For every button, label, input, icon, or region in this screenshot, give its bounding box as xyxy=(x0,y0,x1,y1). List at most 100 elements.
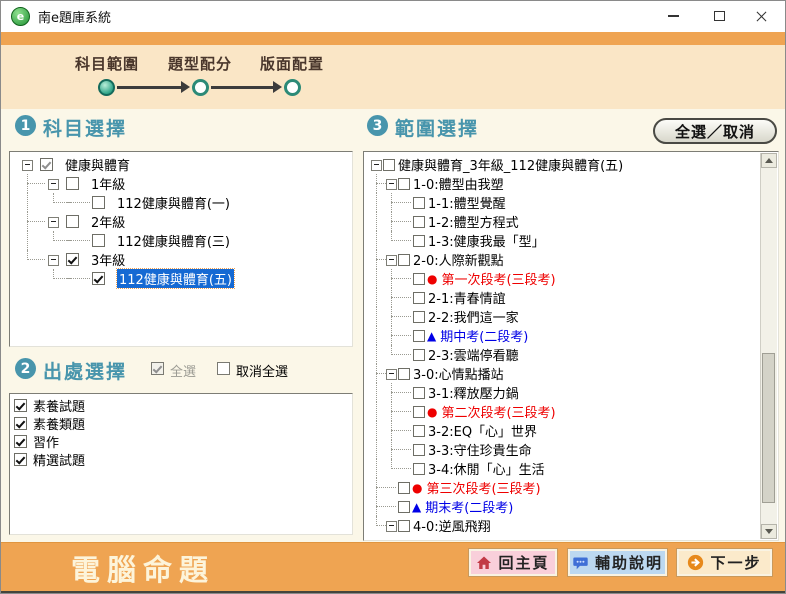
scroll-down-button[interactable] xyxy=(761,524,777,539)
scroll-up-button[interactable] xyxy=(761,153,777,168)
scrollbar[interactable] xyxy=(760,153,777,539)
checkbox[interactable] xyxy=(92,196,105,209)
home-button[interactable]: 回主頁 xyxy=(469,549,557,576)
checkbox[interactable] xyxy=(66,253,79,266)
tree-row[interactable]: 2年級 xyxy=(10,212,352,231)
tree-label[interactable]: 期末考(二段考) xyxy=(425,497,513,516)
checkbox[interactable] xyxy=(398,520,410,532)
checkbox[interactable] xyxy=(413,311,425,323)
checkbox[interactable] xyxy=(398,501,410,513)
checkbox[interactable] xyxy=(92,234,105,247)
checkbox[interactable] xyxy=(413,463,425,475)
tree-label[interactable]: 1-0:體型由我塑 xyxy=(413,174,504,193)
checkbox[interactable] xyxy=(413,349,425,361)
tree-label[interactable]: 2-1:青春情誼 xyxy=(428,288,506,307)
tree-row[interactable]: 3年級 xyxy=(10,250,352,269)
tree-label[interactable]: 第三次段考(三段考) xyxy=(426,478,540,497)
tree-label[interactable]: 第二次段考(三段考) xyxy=(441,402,555,421)
tree-row[interactable]: 1-2:體型方程式 xyxy=(364,212,761,231)
checkbox[interactable] xyxy=(413,197,425,209)
tree-row[interactable]: 112健康與體育(五) xyxy=(10,269,352,288)
tree-row[interactable]: 1-0:體型由我塑 xyxy=(364,174,761,193)
checkbox[interactable] xyxy=(383,159,395,171)
tree-label[interactable]: 健康與體育_3年級_112健康與體育(五) xyxy=(398,155,623,174)
tree-row[interactable]: ●第二次段考(三段考) xyxy=(364,402,761,421)
collapse-expander-icon[interactable] xyxy=(383,174,398,193)
select-all-toggle-button[interactable]: 全選／取消 xyxy=(653,118,777,144)
checkbox[interactable] xyxy=(413,330,425,342)
checkbox[interactable] xyxy=(14,435,27,448)
tree-label[interactable]: 3-2:EQ「心」世界 xyxy=(428,421,537,440)
tree-row[interactable]: 3-3:守住珍貴生命 xyxy=(364,440,761,459)
tree-row[interactable]: 3-4:休閒「心」生活 xyxy=(364,459,761,478)
tree-label[interactable]: 2年級 xyxy=(91,212,125,231)
tree-label[interactable]: 2-0:人際新觀點 xyxy=(413,250,504,269)
tree-label[interactable]: 健康與體育 xyxy=(65,155,130,174)
tree-row[interactable]: 2-3:雲端停看聽 xyxy=(364,345,761,364)
tree-row[interactable]: 1-1:體型覺醒 xyxy=(364,193,761,212)
select-all-checkbox[interactable] xyxy=(151,362,164,375)
checkbox[interactable] xyxy=(413,387,425,399)
list-item[interactable]: 精選試題 xyxy=(10,450,352,468)
tree-label[interactable]: 期中考(二段考) xyxy=(440,326,528,345)
tree-label[interactable]: 1-1:體型覺醒 xyxy=(428,193,506,212)
tree-row[interactable]: ▲期中考(二段考) xyxy=(364,326,761,345)
minimize-button[interactable] xyxy=(655,1,691,31)
tree-label[interactable]: 3-4:休閒「心」生活 xyxy=(428,459,545,478)
tree-row[interactable]: 2-1:青春情誼 xyxy=(364,288,761,307)
collapse-expander-icon[interactable] xyxy=(383,250,398,269)
next-step-button[interactable]: 下一步 xyxy=(677,549,772,576)
checkbox[interactable] xyxy=(92,272,105,285)
checkbox[interactable] xyxy=(413,406,425,418)
checkbox[interactable] xyxy=(413,273,425,285)
collapse-expander-icon[interactable] xyxy=(40,174,66,193)
list-item[interactable]: 素養試題 xyxy=(10,396,352,414)
tree-row[interactable]: ●第三次段考(三段考) xyxy=(364,478,761,497)
checkbox[interactable] xyxy=(14,453,27,466)
collapse-expander-icon[interactable] xyxy=(383,364,398,383)
checkbox[interactable] xyxy=(398,482,410,494)
checkbox[interactable] xyxy=(413,444,425,456)
collapse-expander-icon[interactable] xyxy=(368,155,383,174)
tree-label[interactable]: 1-2:體型方程式 xyxy=(428,212,519,231)
list-item[interactable]: 習作 xyxy=(10,432,352,450)
tree-row[interactable]: ●第一次段考(三段考) xyxy=(364,269,761,288)
help-button[interactable]: 輔助說明 xyxy=(568,549,667,576)
tree-label[interactable]: 1年級 xyxy=(91,174,125,193)
tree-row[interactable]: 2-0:人際新觀點 xyxy=(364,250,761,269)
collapse-expander-icon[interactable] xyxy=(40,250,66,269)
tree-label[interactable]: 4-0:逆風飛翔 xyxy=(413,516,491,535)
tree-label[interactable]: 2-2:我們這一家 xyxy=(428,307,519,326)
tree-label[interactable]: 第一次段考(三段考) xyxy=(441,269,555,288)
tree-row[interactable]: ▲期末考(二段考) xyxy=(364,497,761,516)
checkbox[interactable] xyxy=(66,177,79,190)
maximize-button[interactable] xyxy=(701,1,737,31)
checkbox[interactable] xyxy=(398,254,410,266)
checkbox[interactable] xyxy=(40,158,53,171)
tree-label[interactable]: 2-3:雲端停看聽 xyxy=(428,345,519,364)
tree-label[interactable]: 112健康與體育(三) xyxy=(117,231,230,250)
tree-label[interactable]: 3-3:守住珍貴生命 xyxy=(428,440,532,459)
checkbox[interactable] xyxy=(14,417,27,430)
tree-row[interactable]: 健康與體育 xyxy=(10,155,352,174)
tree-label[interactable]: 112健康與體育(五) xyxy=(117,269,234,288)
tree-row[interactable]: 1年級 xyxy=(10,174,352,193)
checkbox[interactable] xyxy=(398,178,410,190)
collapse-expander-icon[interactable] xyxy=(14,155,40,174)
collapse-expander-icon[interactable] xyxy=(40,212,66,231)
checkbox[interactable] xyxy=(14,399,27,412)
tree-label[interactable]: 3-0:心情點播站 xyxy=(413,364,504,383)
list-item[interactable]: 素養類題 xyxy=(10,414,352,432)
tree-label[interactable]: 1-3:健康我最「型」 xyxy=(428,231,545,250)
tree-label[interactable]: 112健康與體育(一) xyxy=(117,193,230,212)
tree-label[interactable]: 3年級 xyxy=(91,250,125,269)
tree-label[interactable]: 3-1:釋放壓力鍋 xyxy=(428,383,519,402)
checkbox[interactable] xyxy=(413,235,425,247)
tree-row[interactable]: 1-3:健康我最「型」 xyxy=(364,231,761,250)
checkbox[interactable] xyxy=(398,368,410,380)
tree-row[interactable]: 3-2:EQ「心」世界 xyxy=(364,421,761,440)
scrollbar-thumb[interactable] xyxy=(762,353,775,503)
collapse-expander-icon[interactable] xyxy=(383,516,398,535)
tree-row[interactable]: 112健康與體育(三) xyxy=(10,231,352,250)
tree-row[interactable]: 4-0:逆風飛翔 xyxy=(364,516,761,535)
